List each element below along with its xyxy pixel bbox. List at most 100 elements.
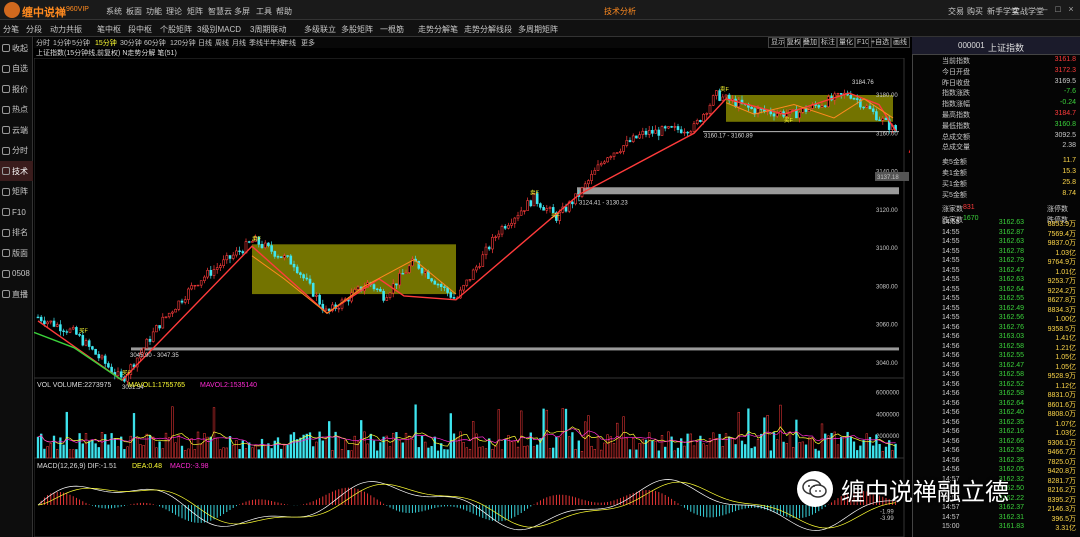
close-icon[interactable]: × <box>1066 4 1076 14</box>
chart-tool-button[interactable]: +自选 <box>868 37 893 48</box>
period-tab[interactable]: 30分钟 <box>120 38 142 48</box>
volume-bar <box>616 422 619 459</box>
menu-item[interactable]: 系统 <box>106 6 122 17</box>
period-tab[interactable]: 年线 <box>282 38 296 48</box>
sidebar-icon <box>2 208 10 216</box>
menu-item[interactable]: 理论 <box>166 6 182 17</box>
mavol2-line <box>37 428 896 446</box>
volume-bar <box>878 444 881 459</box>
range-annotation: 3045.90 - 3047.35 <box>130 353 179 359</box>
period-tab[interactable]: 1分钟 <box>53 38 71 48</box>
period-tab[interactable]: 5分钟 <box>72 38 90 48</box>
toolbar-button[interactable]: 走势分解笔 <box>418 24 458 35</box>
volume-bar <box>353 435 356 459</box>
volume-bar <box>715 438 718 459</box>
period-tab[interactable]: 更多 <box>301 38 315 48</box>
sidebar-icon <box>2 167 10 175</box>
toolbar-button[interactable]: 3周期联动 <box>250 24 286 35</box>
period-tab[interactable]: 分时 <box>36 38 50 48</box>
chart-tool-button[interactable]: 画线 <box>890 37 910 48</box>
sidebar-item[interactable]: 矩阵 <box>0 182 33 202</box>
period-tab[interactable]: 半年线 <box>263 38 284 48</box>
period-tab[interactable]: 周线 <box>215 38 229 48</box>
menu-item[interactable]: 多屏 <box>234 6 250 17</box>
volume-bar <box>155 447 158 459</box>
toolbar-button[interactable]: 多股矩阵 <box>341 24 373 35</box>
kline-chart[interactable]: 3031.543045.90 - 3047.353124.41 - 3130.2… <box>34 58 910 537</box>
menu-item[interactable]: 板面 <box>126 6 142 17</box>
toolbar-button[interactable]: 3级别MACD <box>197 24 241 35</box>
menu-item[interactable]: 矩阵 <box>187 6 203 17</box>
volume-bar <box>337 437 340 459</box>
volume-bar <box>600 449 603 459</box>
toolbar-button[interactable]: 段中枢 <box>128 24 152 35</box>
maximize-icon[interactable]: □ <box>1053 4 1063 14</box>
candle-body <box>196 284 200 287</box>
sidebar-item[interactable]: 报价 <box>0 79 33 99</box>
sidebar-item[interactable]: 版面 <box>0 243 33 263</box>
chart-tool-button[interactable]: 叠加 <box>800 37 820 48</box>
sidebar-item-label: 0508 <box>12 269 30 278</box>
period-tab[interactable]: 季线 <box>249 38 263 48</box>
toolbar-button[interactable]: 一根筋 <box>380 24 404 35</box>
volume-bar <box>638 443 641 459</box>
candle-body <box>382 290 385 301</box>
candle-body <box>753 108 757 115</box>
sidebar-item[interactable]: 自选 <box>0 59 33 79</box>
minimize-icon[interactable]: – <box>1040 4 1050 14</box>
period-tab[interactable]: 日线 <box>198 38 212 48</box>
toolbar-button[interactable]: 分段 <box>26 24 42 35</box>
sidebar-item-label: 云端 <box>12 125 28 135</box>
menu-item[interactable]: 工具 <box>256 6 272 17</box>
sidebar-item[interactable]: 技术 <box>0 161 33 181</box>
tick-price: 3162.64 <box>998 285 1024 293</box>
toolbar-button[interactable]: 动力共振 <box>50 24 82 35</box>
chart-tool-button[interactable]: 标注 <box>818 37 838 48</box>
tick-row: 14:56 3162.55 1.05亿 <box>942 352 1080 361</box>
tick-amount: 1.05亿 <box>1055 363 1076 371</box>
menu-item[interactable]: 功能 <box>146 6 162 17</box>
sidebar-item[interactable]: 排名 <box>0 223 33 243</box>
volume-bar <box>881 451 884 459</box>
candle-body <box>171 311 174 314</box>
candle-body <box>529 200 533 207</box>
volume-bar <box>254 445 257 459</box>
sidebar-item[interactable]: 分时 <box>0 141 33 161</box>
sidebar-item[interactable]: 云端 <box>0 120 33 140</box>
right-menu-item[interactable]: 交易 <box>948 6 964 17</box>
candle-body <box>510 223 513 226</box>
toolbar-button[interactable]: 分笔 <box>3 24 19 35</box>
quote-value: -0.24 <box>1060 99 1076 107</box>
candle-body <box>193 285 197 287</box>
volume-bar <box>398 439 401 459</box>
volume-bar <box>308 432 312 459</box>
candle-body <box>65 331 69 333</box>
sidebar-item[interactable]: 收起 <box>0 38 33 58</box>
volume-bar <box>369 433 372 459</box>
sidebar-item[interactable]: 热点 <box>0 100 33 120</box>
period-tab[interactable]: 15分钟 <box>95 38 117 48</box>
candlesticks <box>36 88 897 385</box>
right-menu-item[interactable]: 购买 <box>967 6 983 17</box>
toolbar-button[interactable]: 笔中枢 <box>97 24 121 35</box>
volume-bar <box>683 445 686 459</box>
toolbar-button[interactable]: 走势分解线段 <box>464 24 512 35</box>
candle-body <box>679 129 683 134</box>
menu-item[interactable]: 帮助 <box>276 6 292 17</box>
toolbar-button[interactable]: 多周期矩阵 <box>518 24 558 35</box>
sidebar-item[interactable]: 直播 <box>0 284 33 304</box>
candle-body <box>379 288 382 292</box>
toolbar-button[interactable]: 个股矩阵 <box>160 24 192 35</box>
menu-item[interactable]: 智慧云 <box>208 6 232 17</box>
toolbar-button[interactable]: 多级联立 <box>304 24 336 35</box>
volume-bar <box>491 449 494 459</box>
volume-bar <box>744 444 747 459</box>
sidebar-item[interactable]: 0508 <box>0 264 33 284</box>
chart-tool-button[interactable]: 量化 <box>836 37 856 48</box>
candle-body <box>827 96 830 108</box>
period-tab[interactable]: 120分钟 <box>170 38 196 48</box>
period-tab[interactable]: 月线 <box>232 38 246 48</box>
candle-body <box>667 126 670 129</box>
period-tab[interactable]: 60分钟 <box>144 38 166 48</box>
sidebar-item[interactable]: F10 <box>0 202 33 222</box>
